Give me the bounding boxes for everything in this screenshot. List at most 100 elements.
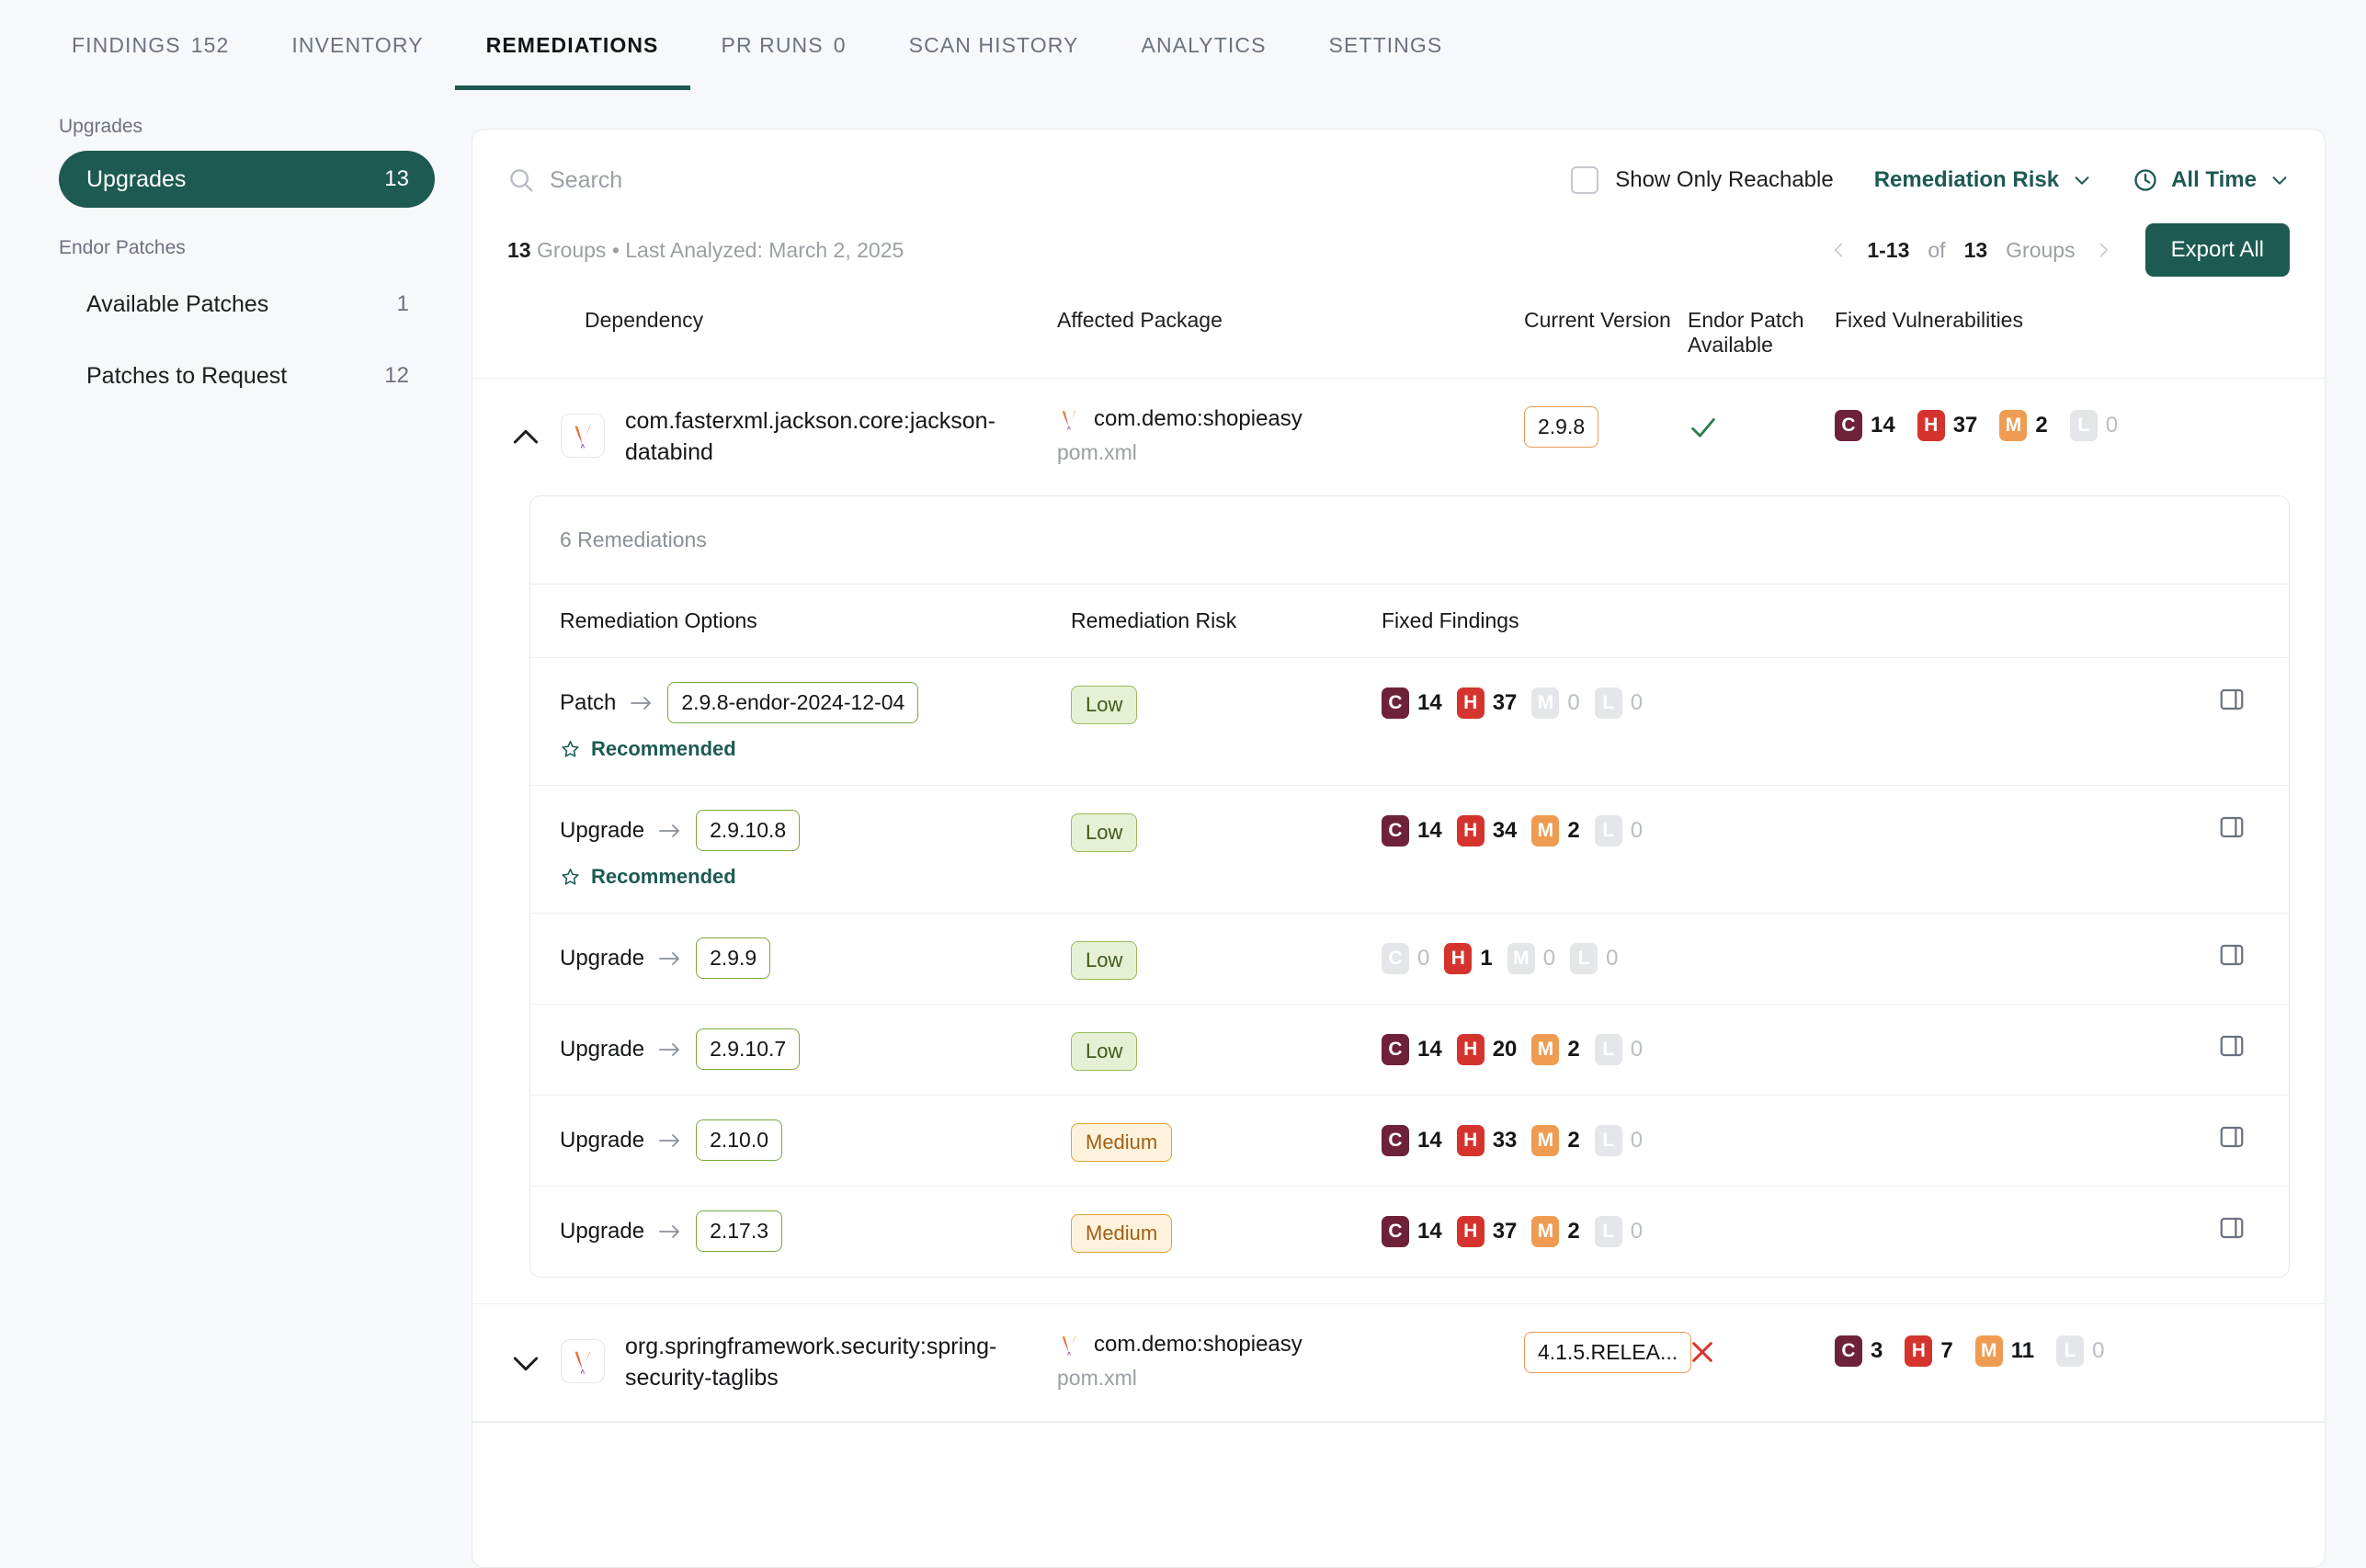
finding-high-badge: H bbox=[1457, 1125, 1484, 1156]
search-box[interactable] bbox=[507, 155, 1571, 205]
finding-medium-count: 0 bbox=[1543, 946, 1555, 971]
finding-medium: M 2 bbox=[1531, 1125, 1579, 1156]
remediation-option-line: Patch 2.9.8-endor-2024-12-04 bbox=[560, 682, 1071, 723]
finding-low-badge: L bbox=[1595, 1034, 1622, 1065]
remediation-option-line: Upgrade 2.17.3 bbox=[560, 1210, 1071, 1252]
side-panel-icon[interactable] bbox=[2218, 941, 2246, 969]
remediation-version-chip: 2.10.0 bbox=[696, 1119, 782, 1161]
pagination-range: 1-13 bbox=[1867, 238, 1909, 263]
sidebar-item-upgrades[interactable]: Upgrades 13 bbox=[59, 151, 435, 208]
arrow-right-icon bbox=[658, 1222, 682, 1241]
severity-low-count: 0 bbox=[2106, 413, 2118, 438]
risk-badge: Low bbox=[1071, 1032, 1137, 1071]
finding-critical-count: 14 bbox=[1417, 818, 1442, 844]
table-row[interactable]: com.fasterxml.jackson.core:jackson-datab… bbox=[472, 379, 2325, 495]
arrow-right-icon bbox=[630, 694, 654, 712]
tab-settings[interactable]: SETTINGS bbox=[1298, 0, 1474, 90]
nested-remediations-panel: 6 Remediations Remediation Options Remed… bbox=[529, 495, 2290, 1278]
chevron-down-icon[interactable] bbox=[507, 1345, 544, 1381]
panel-toggle-cell bbox=[2204, 937, 2259, 969]
remediation-row[interactable]: Patch 2.9.8-endor-2024-12-04 Rec bbox=[530, 658, 2289, 786]
remediation-option-cell: Upgrade 2.17.3 bbox=[560, 1210, 1071, 1252]
remediation-row[interactable]: Upgrade 2.17.3 Medium bbox=[530, 1187, 2289, 1277]
export-all-button[interactable]: Export All bbox=[2145, 223, 2290, 277]
finding-low-count: 0 bbox=[1631, 1128, 1643, 1153]
finding-critical-badge: C bbox=[1382, 815, 1409, 846]
affected-package-name: com.demo:shopieasy bbox=[1094, 406, 1302, 432]
tab-findings[interactable]: FINDINGS 152 bbox=[40, 0, 260, 90]
pagination-next-icon[interactable] bbox=[2094, 239, 2112, 261]
finding-medium-badge: M bbox=[1531, 815, 1559, 846]
tab-analytics[interactable]: ANALYTICS bbox=[1110, 0, 1298, 90]
side-panel-icon[interactable] bbox=[2218, 813, 2246, 841]
show-only-reachable-toggle[interactable]: Show Only Reachable bbox=[1571, 166, 1833, 194]
severity-high: H 7 bbox=[1905, 1335, 1952, 1367]
finding-medium-count: 2 bbox=[1567, 1219, 1579, 1244]
side-panel-icon[interactable] bbox=[2218, 1032, 2246, 1060]
dependency-cell: com.fasterxml.jackson.core:jackson-datab… bbox=[507, 406, 1057, 468]
tab-inventory[interactable]: INVENTORY bbox=[260, 0, 454, 90]
maven-feather-glyph bbox=[569, 422, 597, 449]
finding-high-count: 1 bbox=[1480, 946, 1492, 971]
remediation-row[interactable]: Upgrade 2.10.0 Medium bbox=[530, 1096, 2289, 1187]
sidebar-item-patches-to-request-label: Patches to Request bbox=[86, 363, 287, 390]
table-row[interactable]: org.springframework.security:spring-secu… bbox=[472, 1303, 2325, 1422]
meta-row: 13 Groups • Last Analyzed: March 2, 2025… bbox=[472, 216, 2325, 293]
severity-low: L 0 bbox=[2070, 410, 2118, 441]
show-only-reachable-checkbox[interactable] bbox=[1571, 166, 1598, 194]
severity-medium-count: 2 bbox=[2035, 413, 2047, 438]
finding-critical-badge: C bbox=[1382, 1216, 1409, 1247]
tab-scan-history[interactable]: SCAN HISTORY bbox=[878, 0, 1110, 90]
remediation-option-cell: Upgrade 2.9.10.7 bbox=[560, 1028, 1071, 1070]
finding-high: H 37 bbox=[1457, 1216, 1518, 1247]
finding-medium: M 2 bbox=[1531, 815, 1579, 846]
tab-inventory-label: INVENTORY bbox=[291, 33, 423, 58]
clock-icon bbox=[2133, 167, 2158, 193]
groups-word: Groups bbox=[537, 238, 606, 262]
pagination: 1-13 of 13 Groups bbox=[1830, 238, 2111, 263]
remediation-risk-cell: Low bbox=[1071, 937, 1382, 980]
column-header-endor-patch-available: Endor Patch Available bbox=[1688, 308, 1835, 358]
maven-logo-icon bbox=[1057, 1333, 1081, 1357]
finding-low-count: 0 bbox=[1631, 818, 1643, 844]
column-header-dependency: Dependency bbox=[507, 308, 1057, 333]
finding-critical-count: 14 bbox=[1417, 1128, 1442, 1153]
dependency-cell: org.springframework.security:spring-secu… bbox=[507, 1332, 1057, 1393]
tab-pr-runs[interactable]: PR RUNS 0 bbox=[690, 0, 878, 90]
side-panel-icon[interactable] bbox=[2218, 1214, 2246, 1242]
main-content: Show Only Reachable Remediation Risk bbox=[472, 90, 2366, 1568]
remediation-row[interactable]: Upgrade 2.9.10.7 Low bbox=[530, 1005, 2289, 1096]
current-version-cell: 4.1.5.RELEA... bbox=[1524, 1332, 1688, 1373]
side-panel-icon[interactable] bbox=[2218, 686, 2246, 713]
time-range-filter[interactable]: All Time bbox=[2133, 167, 2290, 193]
finding-medium-count: 2 bbox=[1567, 818, 1579, 844]
remediation-row[interactable]: Upgrade 2.9.10.8 Recommended bbox=[530, 786, 2289, 914]
severity-high-count: 7 bbox=[1940, 1338, 1952, 1364]
risk-badge: Medium bbox=[1071, 1123, 1172, 1162]
tab-remediations[interactable]: REMEDIATIONS bbox=[455, 0, 690, 90]
finding-critical-badge: C bbox=[1382, 943, 1409, 974]
chevron-up-icon[interactable] bbox=[507, 419, 544, 456]
sidebar-item-patches-to-request[interactable]: Patches to Request 12 bbox=[59, 347, 435, 404]
finding-low-badge: L bbox=[1595, 815, 1622, 846]
affected-package-file: pom.xml bbox=[1057, 1366, 1524, 1391]
sidebar-item-available-patches[interactable]: Available Patches 1 bbox=[59, 276, 435, 333]
chevron-down-icon bbox=[2072, 170, 2092, 190]
remediation-row[interactable]: Upgrade 2.9.9 Low C bbox=[530, 914, 2289, 1005]
remediation-risk-filter[interactable]: Remediation Risk bbox=[1874, 167, 2092, 193]
finding-high-count: 34 bbox=[1493, 818, 1518, 844]
recommended-label: Recommended bbox=[591, 865, 736, 889]
pagination-prev-icon[interactable] bbox=[1830, 239, 1848, 261]
finding-medium-count: 2 bbox=[1567, 1128, 1579, 1153]
finding-medium-badge: M bbox=[1507, 943, 1535, 974]
side-panel-icon[interactable] bbox=[2218, 1123, 2246, 1151]
sidebar: Upgrades Upgrades 13 Endor Patches Avail… bbox=[0, 90, 472, 1568]
finding-medium-count: 2 bbox=[1567, 1037, 1579, 1062]
column-header-fixed-findings: Fixed Findings bbox=[1382, 608, 2259, 633]
endor-patch-available-cell bbox=[1688, 1332, 1835, 1371]
remediations-card: Show Only Reachable Remediation Risk bbox=[472, 129, 2326, 1568]
pagination-of: of bbox=[1928, 238, 1945, 263]
search-input[interactable] bbox=[550, 167, 936, 194]
maven-logo-icon bbox=[561, 1339, 605, 1383]
severity-medium-count: 11 bbox=[2011, 1338, 2034, 1364]
